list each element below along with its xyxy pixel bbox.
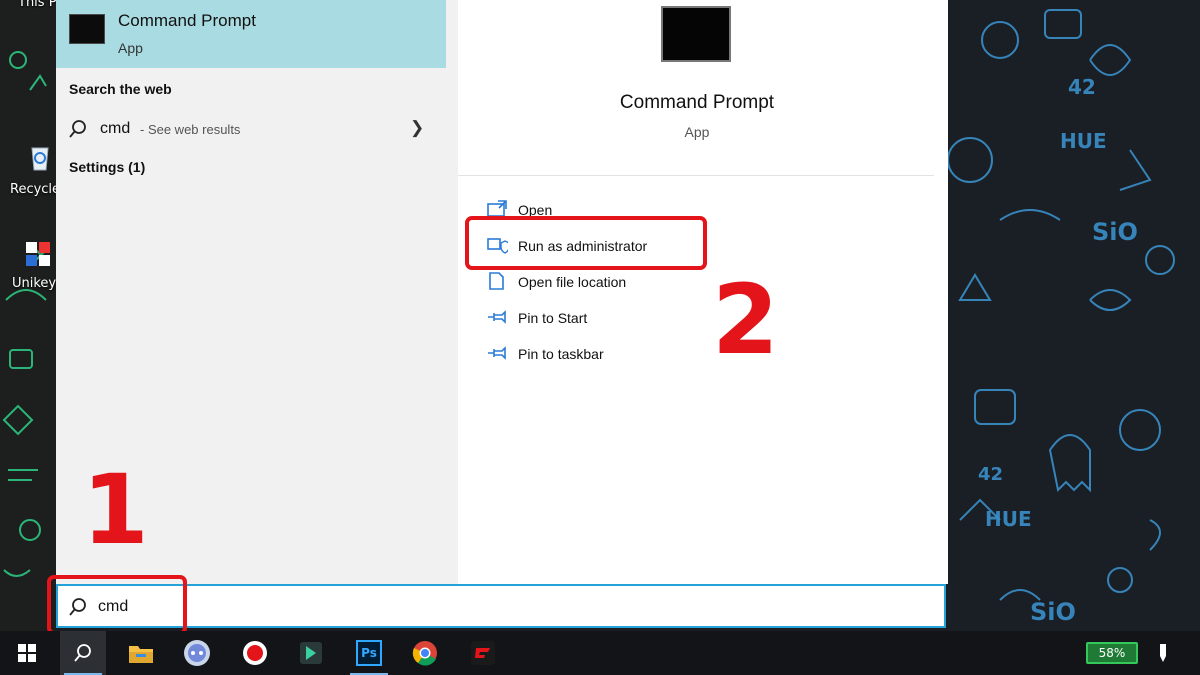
web-section-heading: Search the web: [69, 81, 172, 97]
record-icon[interactable]: [232, 631, 278, 675]
taskbar-search-box[interactable]: [56, 584, 946, 628]
action-pin-to-start[interactable]: Pin to Start: [480, 304, 840, 334]
taskbar: Ps 58%: [0, 631, 1200, 675]
desktop-icon-unikey-label[interactable]: Unikey: [12, 276, 56, 291]
unikey-icon[interactable]: [24, 240, 52, 268]
callout-step-1: 1: [82, 454, 149, 566]
file-explorer-icon[interactable]: [118, 631, 164, 675]
web-result-query: cmd: [100, 120, 131, 137]
wallpaper-text-hue: HUE: [1060, 129, 1107, 153]
action-open-file-location-label: Open file location: [518, 274, 627, 290]
recycle-bin-icon[interactable]: [26, 142, 54, 172]
details-app-name: Command Prompt: [619, 92, 775, 113]
web-result-hint: - See web results: [140, 122, 241, 137]
callout-highlight-search: [47, 575, 187, 635]
garena-icon[interactable]: [460, 631, 506, 675]
best-match-type: App: [118, 40, 143, 56]
svg-text:42: 42: [978, 464, 1003, 485]
desktop-icon-this-pc-label[interactable]: This P: [18, 0, 57, 10]
app-details-panel: Command Prompt App Open Run as administr…: [458, 0, 948, 584]
discord-icon[interactable]: [174, 631, 220, 675]
svg-text:42: 42: [1068, 75, 1096, 99]
desktop-icon-recycle-label[interactable]: Recycle: [10, 182, 60, 197]
wallpaper-text-sio: SiO: [1092, 218, 1138, 246]
pen-icon[interactable]: [1140, 631, 1186, 675]
terminal-icon: [69, 14, 105, 44]
search-icon: [68, 119, 88, 144]
action-open-file-location[interactable]: Open file location: [480, 268, 840, 298]
pin-icon: [486, 343, 508, 368]
chevron-right-icon[interactable]: ❯: [410, 118, 424, 138]
battery-indicator[interactable]: 58%: [1086, 642, 1138, 664]
settings-heading[interactable]: Settings (1): [69, 159, 145, 175]
action-pin-to-taskbar[interactable]: Pin to taskbar: [480, 340, 840, 370]
callout-step-2: 2: [712, 264, 779, 376]
action-pin-to-taskbar-label: Pin to taskbar: [518, 346, 604, 362]
details-divider: [458, 175, 934, 176]
photoshop-label: Ps: [356, 640, 382, 666]
photoshop-icon[interactable]: Ps: [346, 631, 392, 675]
file-location-icon: [486, 271, 508, 296]
details-app-type: App: [684, 124, 710, 140]
best-match-result[interactable]: Command Prompt App: [56, 0, 446, 68]
callout-highlight-run-as-admin: [465, 216, 707, 270]
windows-start-icon[interactable]: [4, 631, 50, 675]
battery-percent: 58%: [1098, 646, 1126, 660]
action-pin-to-start-label: Pin to Start: [518, 310, 588, 326]
search-icon[interactable]: [60, 631, 106, 675]
filmora-icon[interactable]: [288, 631, 334, 675]
web-result-row[interactable]: cmd - See web results ❯: [56, 110, 446, 146]
terminal-icon: [661, 6, 731, 62]
pin-icon: [486, 307, 508, 332]
chrome-icon[interactable]: [402, 631, 448, 675]
svg-text:SiO: SiO: [1030, 598, 1076, 626]
best-match-name: Command Prompt: [118, 11, 256, 30]
svg-text:HUE: HUE: [985, 507, 1032, 531]
